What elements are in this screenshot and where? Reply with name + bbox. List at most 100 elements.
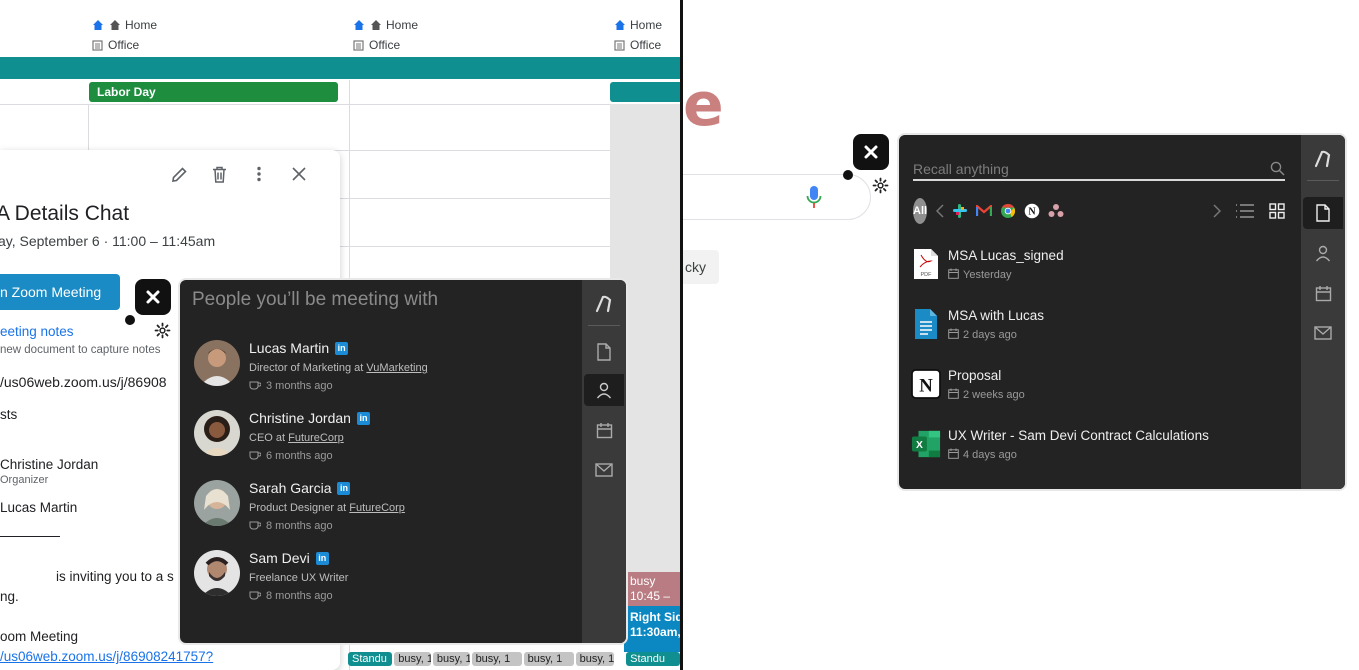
holiday-event[interactable]: Labor Day — [89, 82, 338, 102]
rail-divider — [588, 325, 620, 326]
company-link[interactable]: FutureCorp — [288, 432, 344, 444]
document-icon[interactable] — [1303, 197, 1343, 229]
busy-chip[interactable]: busy, 1 — [471, 652, 522, 666]
calendar-icon[interactable] — [1303, 277, 1343, 309]
person-card[interactable]: Sam Devi in Freelance UX Writer 8 months … — [194, 550, 574, 610]
recall-search-input[interactable]: Recall anything — [913, 161, 1285, 181]
location-row: Office — [352, 38, 400, 52]
right-side-event[interactable]: Right Sid 11:30am, — [624, 606, 680, 652]
all-day-event-bar[interactable] — [0, 57, 680, 79]
busy-event-label: busy — [630, 574, 656, 588]
recall-result[interactable]: PDF MSA Lucas_signed Yesterday — [911, 247, 1291, 291]
gear-icon[interactable] — [871, 176, 889, 194]
close-icon[interactable] — [290, 164, 308, 184]
standup-chip[interactable]: Standu — [626, 652, 680, 666]
coffee-icon — [249, 379, 262, 393]
notion-icon[interactable]: N — [1024, 200, 1040, 222]
person-title: Product Designer at — [249, 502, 350, 514]
result-time-text: 2 weeks ago — [963, 389, 1025, 401]
mic-icon[interactable] — [806, 185, 822, 214]
close-widget-button[interactable] — [135, 279, 171, 315]
widget-side-rail — [1301, 135, 1345, 489]
person-name-row: Sarah Garcia in — [249, 480, 351, 496]
edit-icon[interactable] — [170, 164, 188, 184]
meeting-notes-link[interactable]: eeting notes — [0, 324, 74, 339]
person-icon[interactable] — [1303, 237, 1343, 269]
zoom-url[interactable]: /us06web.zoom.us/j/86908 — [0, 374, 167, 390]
slack-icon[interactable] — [952, 200, 968, 222]
calendar-small-icon — [948, 328, 959, 342]
linkedin-icon[interactable]: in — [315, 551, 329, 565]
location-row: Home — [352, 18, 418, 32]
close-widget-button[interactable] — [853, 134, 889, 170]
result-title: UX Writer - Sam Devi Contract Calculatio… — [948, 428, 1209, 443]
chrome-icon[interactable] — [1000, 200, 1016, 222]
linkedin-icon[interactable]: in — [337, 481, 351, 495]
gmail-icon[interactable] — [976, 200, 993, 222]
google-search-box[interactable] — [683, 174, 871, 220]
bottom-event-strip: Standu busy, 1 busy, 1 busy, 1 busy, 1 b… — [348, 652, 680, 670]
mail-icon[interactable] — [584, 454, 624, 486]
person-card[interactable]: Sarah Garcia in Product Designer at Futur… — [194, 480, 574, 540]
source-filters: All N — [913, 197, 1285, 225]
recall-result[interactable]: MSA with Lucas 2 days ago — [911, 307, 1291, 351]
close-icon — [146, 290, 160, 304]
zoom-url-link[interactable]: /us06web.zoom.us/j/86908241757? — [0, 649, 213, 664]
person-name-row: Lucas Martin in — [249, 340, 349, 356]
busy-chip[interactable]: busy, 1 — [523, 652, 574, 666]
recall-result[interactable]: X UX Writer - Sam Devi Contract Calculat… — [911, 427, 1291, 471]
join-zoom-button[interactable]: n Zoom Meeting — [0, 274, 120, 310]
office-icon — [91, 39, 104, 52]
coffee-icon — [249, 519, 262, 533]
app-logo-icon[interactable] — [1303, 143, 1343, 175]
company-link[interactable]: FutureCorp — [349, 502, 405, 514]
more-options-icon[interactable] — [250, 164, 268, 184]
busy-event[interactable]: busy 10:45 – — [626, 572, 680, 606]
chevron-left-icon[interactable] — [935, 200, 944, 222]
busy-chip[interactable]: busy, 1 — [432, 652, 470, 666]
linkedin-icon[interactable]: in — [356, 411, 370, 425]
description-text: ng. — [0, 589, 19, 604]
svg-text:N: N — [1028, 207, 1036, 218]
office-label: Office — [108, 38, 140, 52]
busy-event-time: 10:45 – — [630, 589, 671, 603]
feeling-lucky-button[interactable]: cky — [683, 250, 719, 284]
recall-result[interactable]: N Proposal 2 weeks ago — [911, 367, 1291, 411]
home-teal-icon — [352, 19, 365, 32]
person-icon[interactable] — [584, 374, 624, 406]
person-card[interactable]: Christine Jordan in CEO at FutureCorp 6 m… — [194, 410, 574, 470]
office-label: Office — [369, 38, 401, 52]
delete-icon[interactable] — [210, 164, 228, 184]
grid-view-icon[interactable] — [1269, 200, 1285, 222]
list-view-icon[interactable] — [1235, 200, 1255, 222]
office-icon — [613, 39, 626, 52]
asana-icon[interactable] — [1048, 200, 1064, 222]
document-icon[interactable] — [584, 336, 624, 368]
recall-search-placeholder: Recall anything — [913, 161, 1009, 177]
search-icon[interactable] — [1270, 161, 1285, 179]
gear-icon[interactable] — [153, 321, 171, 339]
person-card[interactable]: Lucas Martin in Director of Marketing at … — [194, 340, 574, 400]
all-day-event-chip[interactable] — [610, 82, 680, 102]
svg-text:X: X — [916, 440, 923, 451]
screen: Home Office Home Office Home Office Labo… — [0, 0, 1359, 670]
guest-name[interactable]: Lucas Martin — [0, 500, 77, 515]
linkedin-icon[interactable]: in — [335, 341, 349, 355]
busy-chip[interactable]: busy, 1 — [394, 652, 431, 666]
all-sources-filter[interactable]: All — [913, 198, 928, 224]
calendar-icon[interactable] — [584, 414, 624, 446]
standup-chip[interactable]: Standu — [348, 652, 393, 666]
person-role: CEO at FutureCorp — [249, 432, 344, 444]
company-link[interactable]: VuMarketing — [366, 362, 427, 374]
person-name-row: Sam Devi in — [249, 550, 329, 566]
people-widget: People you’ll be meeting with Lucas Mart… — [178, 278, 628, 645]
mail-icon[interactable] — [1303, 317, 1343, 349]
recall-widget: Recall anything All N PDF MSA Lucas_sign… — [897, 133, 1347, 491]
app-logo-icon[interactable] — [584, 288, 624, 320]
busy-chip[interactable]: busy, 1 — [575, 652, 615, 666]
result-title: Proposal — [948, 368, 1002, 383]
guest-name[interactable]: Christine Jordan — [0, 457, 98, 472]
grid-line — [88, 104, 89, 150]
chevron-right-icon[interactable] — [1212, 200, 1221, 222]
result-time: 2 days ago — [948, 328, 1017, 342]
